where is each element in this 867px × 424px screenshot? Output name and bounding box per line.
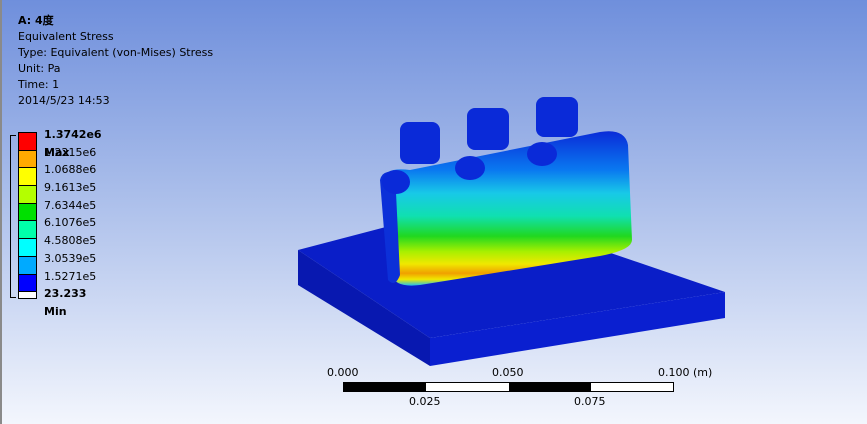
stress-contour-model[interactable] [0,0,867,424]
scale-label-075: 0.075 [574,395,606,408]
scale-label-025: 0.025 [409,395,441,408]
scale-label-0: 0.000 [327,366,359,379]
scale-ruler: 0.000 0.050 0.100 (m) 0.025 0.075 [320,366,720,416]
scale-label-050: 0.050 [492,366,524,379]
scale-bar [343,382,674,392]
scale-label-100: 0.100 (m) [658,366,713,379]
